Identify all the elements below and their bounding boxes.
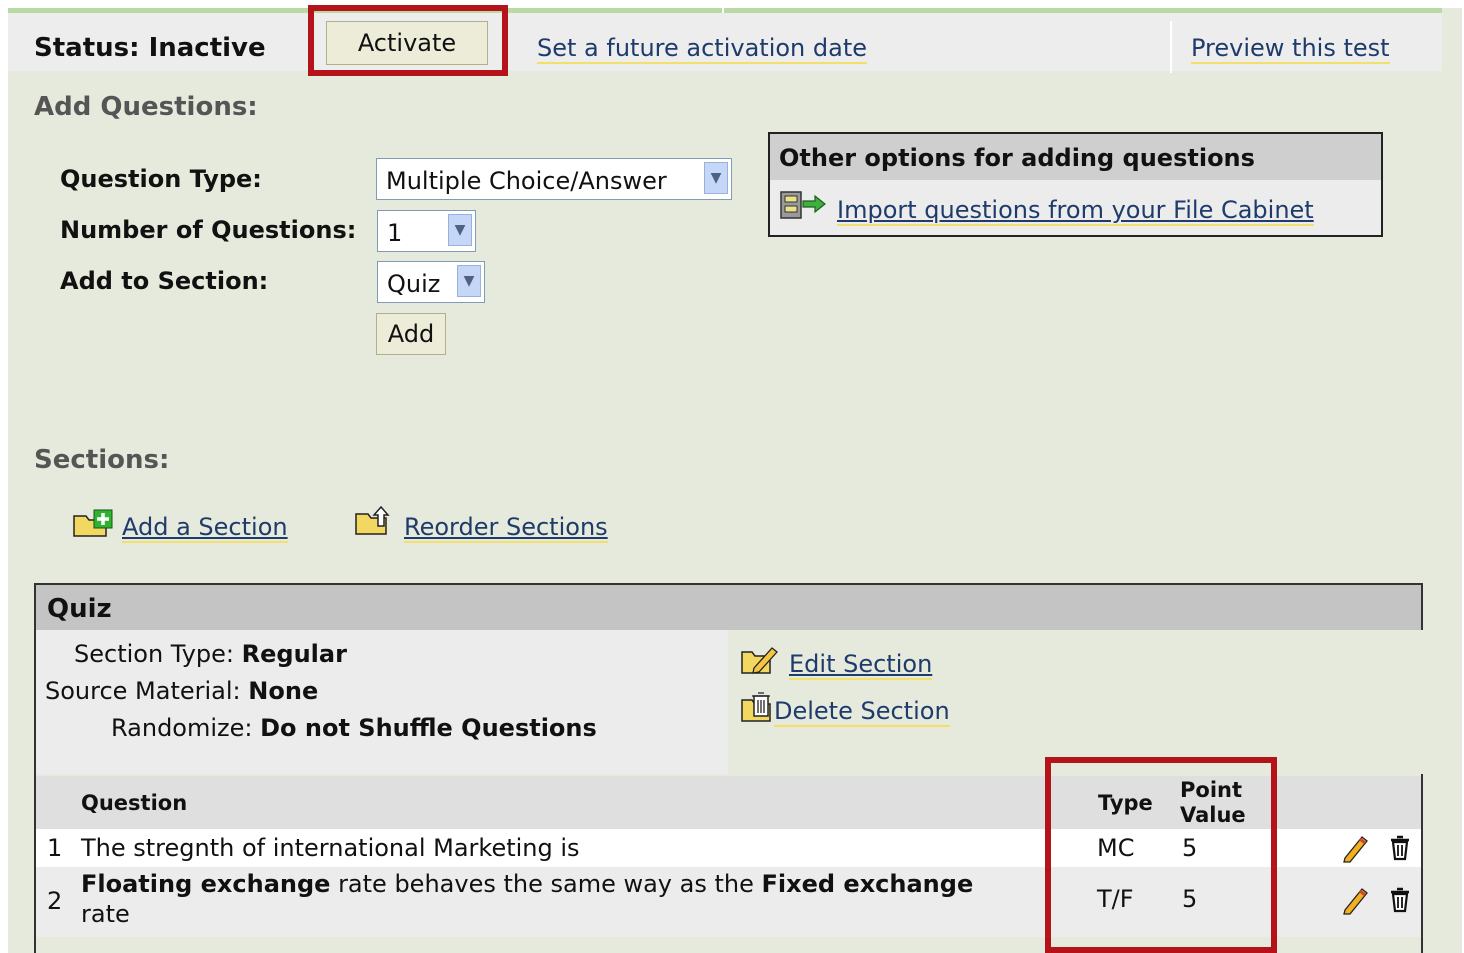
status-separator: [1170, 21, 1172, 73]
source-material-line: Source Material: None: [45, 677, 318, 705]
sections-heading: Sections:: [34, 445, 170, 475]
source-material-label: Source Material:: [45, 677, 241, 705]
section-type-value: Regular: [241, 640, 347, 668]
trash-icon[interactable]: [1388, 886, 1412, 914]
question-type-label: Question Type:: [60, 165, 262, 193]
edit-section-link[interactable]: Edit Section: [789, 650, 933, 680]
question-text: Floating exchange rate behaves the same …: [81, 870, 1046, 898]
row-number: 2: [47, 887, 63, 915]
reorder-folder-icon[interactable]: [354, 504, 398, 538]
future-activation-link[interactable]: Set a future activation date: [537, 34, 867, 64]
section-type-label: Section Type:: [74, 640, 235, 668]
question-text-line2: rate: [81, 900, 130, 928]
add-to-section-value: Quiz: [387, 270, 441, 298]
quiz-section-title: Quiz: [36, 585, 1421, 630]
pencil-icon[interactable]: [1340, 885, 1370, 915]
number-of-questions-value: 1: [387, 219, 403, 247]
other-options-header: Other options for adding questions: [770, 134, 1381, 180]
add-section-link[interactable]: Add a Section: [122, 513, 288, 543]
activate-highlight-box: [308, 5, 508, 76]
other-options-panel: Other options for adding questions Impor…: [768, 132, 1383, 237]
number-of-questions-select[interactable]: 1 ▼: [377, 210, 476, 252]
type-points-highlight-box: [1045, 757, 1277, 953]
question-bold-term-2: Fixed exchange: [761, 870, 974, 898]
question-text-middle: rate behaves the same way as the: [330, 870, 762, 898]
randomize-line: Randomize: Do not Shuffle Questions: [111, 714, 597, 742]
add-questions-heading: Add Questions:: [34, 92, 258, 122]
file-cabinet-import-icon: [780, 191, 826, 219]
question-type-select[interactable]: Multiple Choice/Answer ▼: [376, 158, 732, 200]
chevron-down-icon[interactable]: ▼: [448, 214, 472, 246]
pencil-icon[interactable]: [1340, 833, 1370, 863]
randomize-value: Do not Shuffle Questions: [260, 714, 597, 742]
number-of-questions-label: Number of Questions:: [60, 216, 357, 244]
randomize-label: Randomize:: [111, 714, 253, 742]
import-questions-link[interactable]: Import questions from your File Cabinet: [837, 196, 1314, 226]
delete-folder-icon[interactable]: [740, 690, 776, 724]
trash-icon[interactable]: [1388, 834, 1412, 862]
preview-test-link[interactable]: Preview this test: [1191, 34, 1390, 64]
delete-section-link[interactable]: Delete Section: [774, 697, 950, 727]
edit-folder-icon[interactable]: [740, 644, 780, 676]
quiz-section-info: Section Type: Regular Source Material: N…: [36, 630, 728, 774]
question-text: The stregnth of international Marketing …: [81, 834, 580, 862]
question-bold-term-1: Floating exchange: [81, 870, 331, 898]
chevron-down-icon[interactable]: ▼: [704, 162, 728, 194]
add-folder-icon[interactable]: [72, 508, 116, 540]
add-to-section-select[interactable]: Quiz ▼: [377, 261, 485, 303]
chevron-down-icon[interactable]: ▼: [457, 265, 481, 297]
add-button[interactable]: Add: [376, 313, 446, 355]
reorder-sections-link[interactable]: Reorder Sections: [404, 513, 608, 543]
quiz-section-actions: Edit Section Delete Section: [730, 630, 1423, 774]
add-to-section-label: Add to Section:: [60, 267, 269, 295]
section-type-line: Section Type: Regular: [74, 640, 347, 668]
row-number: 1: [47, 834, 63, 862]
question-type-value: Multiple Choice/Answer: [386, 167, 667, 195]
status-bar: Status: Inactive Activate Set a future a…: [8, 13, 1442, 73]
status-label: Status: Inactive: [34, 33, 266, 63]
question-column-header: Question: [81, 791, 188, 815]
source-material-value: None: [248, 677, 319, 705]
